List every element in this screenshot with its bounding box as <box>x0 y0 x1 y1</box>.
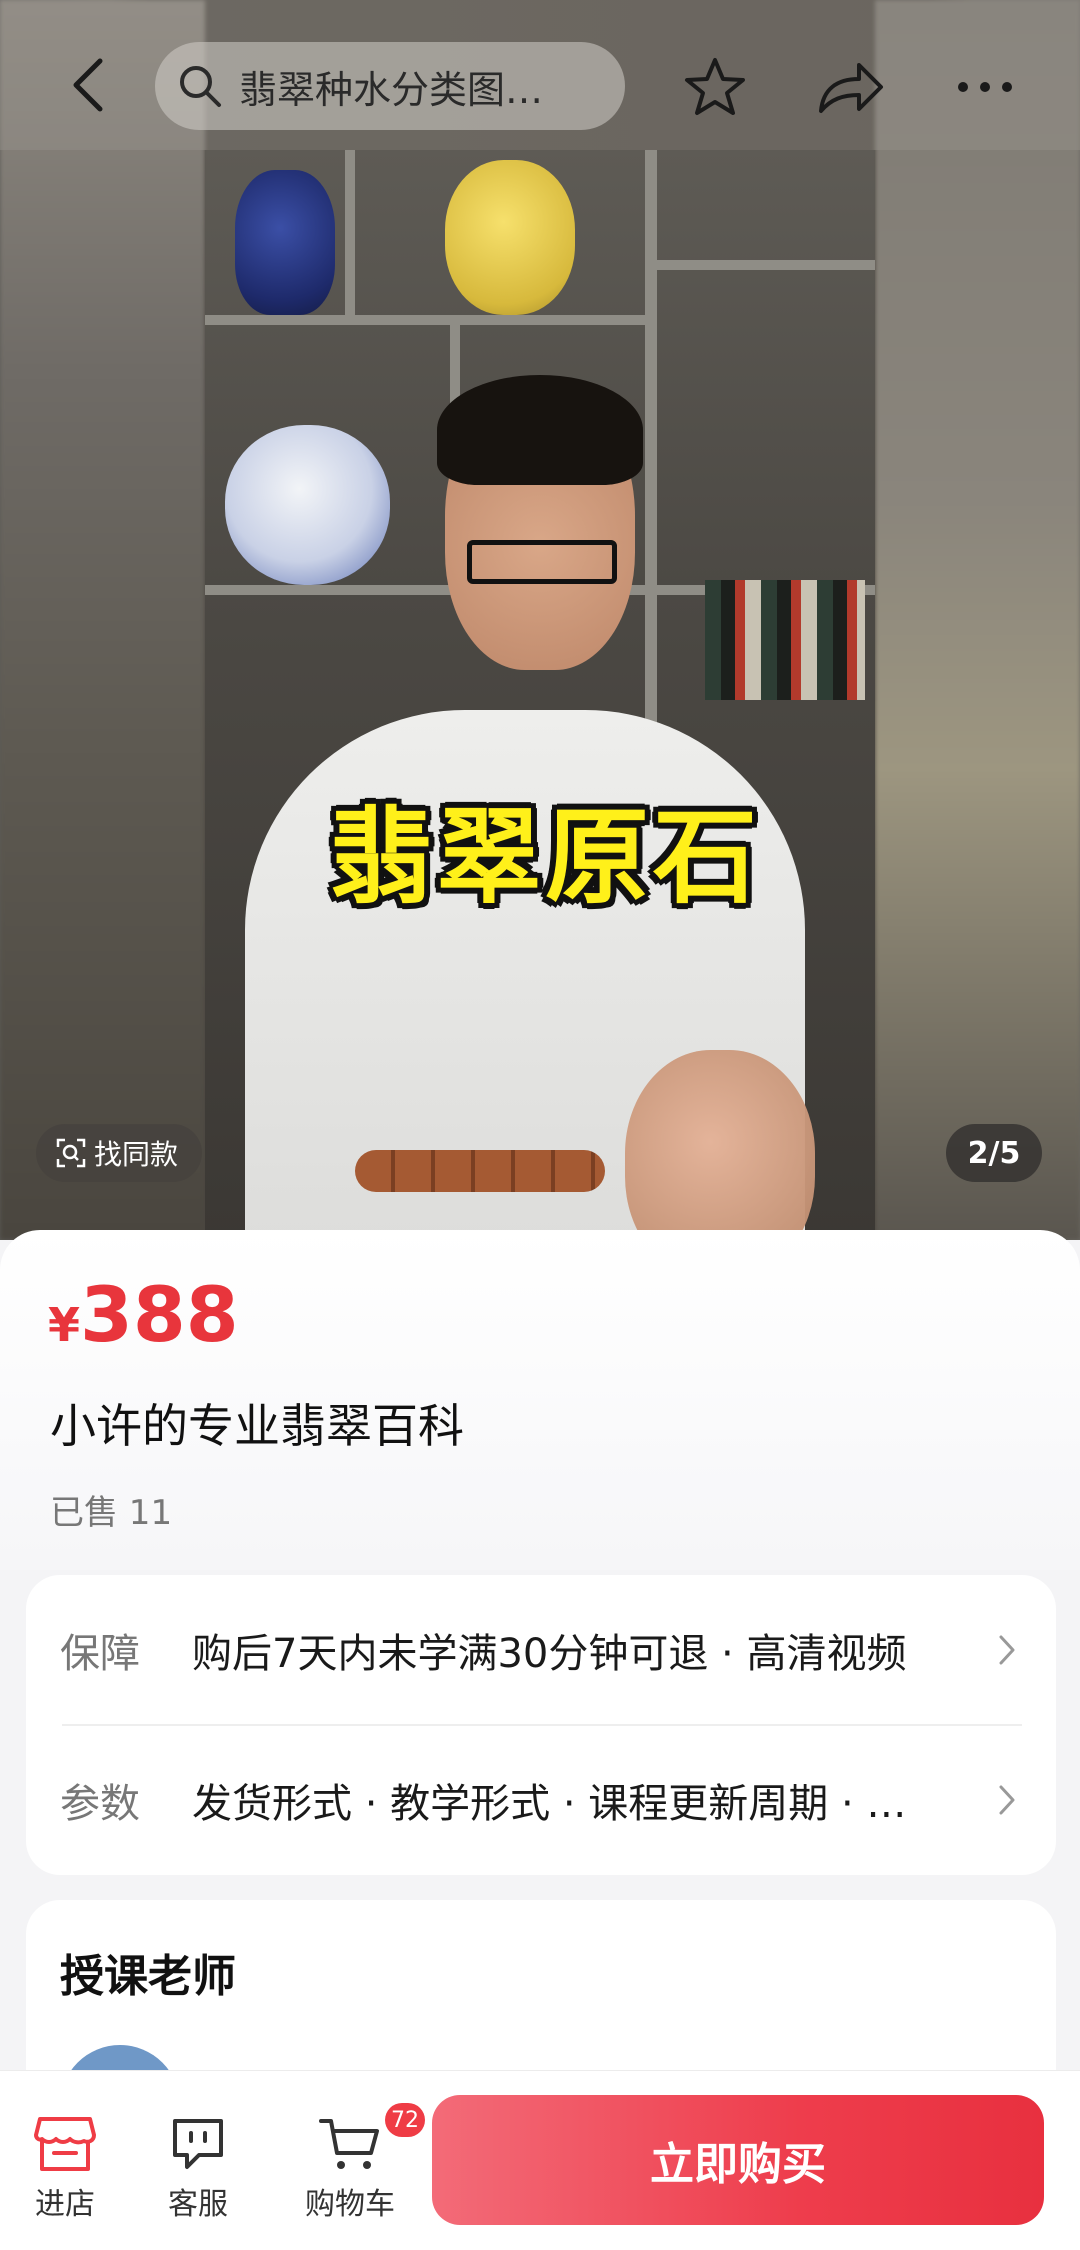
share-button[interactable] <box>815 52 885 122</box>
back-icon <box>73 58 103 112</box>
guarantee-value: 购后7天内未学满30分钟可退 · 高清视频 <box>192 1631 907 1677</box>
sold-count: 已售 11 <box>50 1493 173 1533</box>
params-row[interactable]: 参数 发货形式 · 教学形式 · 课程更新周期 · … <box>26 1725 1056 1875</box>
more-button[interactable] <box>950 52 1020 122</box>
price: ¥388 <box>48 1270 239 1359</box>
vase-white <box>225 425 390 585</box>
bead-bracelet <box>355 1150 605 1192</box>
media-blur-left <box>0 0 205 1240</box>
vase-blue <box>235 170 335 315</box>
person-hair <box>437 375 643 485</box>
params-value: 发货形式 · 教学形式 · 课程更新周期 · … <box>192 1781 907 1827</box>
currency-symbol: ¥ <box>48 1298 81 1352</box>
find-same-label: 找同款 <box>94 1138 179 1171</box>
find-same-button[interactable]: 找同款 <box>36 1124 203 1182</box>
price-value: 388 <box>80 1270 239 1359</box>
video-caption: 翡翠原石 <box>328 795 761 918</box>
shelf <box>345 150 355 325</box>
store-label: 进店 <box>35 2187 95 2222</box>
glasses <box>467 540 617 584</box>
store-icon <box>34 2117 96 2171</box>
cart-badge: 72 <box>385 2103 425 2137</box>
more-icon <box>958 82 1012 92</box>
cart-label: 购物车 <box>305 2187 395 2222</box>
chevron-right-icon <box>992 1630 1022 1670</box>
media-blur-right <box>875 0 1080 1240</box>
shelf <box>645 260 875 270</box>
chat-icon <box>173 2119 223 2169</box>
vase-yellow <box>445 160 575 315</box>
search-icon <box>180 66 221 107</box>
store-button[interactable]: 进店 <box>15 2115 115 2223</box>
search-box[interactable]: 翡翠种水分类图… <box>155 42 625 130</box>
bottom-action-bar: 进店 客服 72 购物车 立即购买 <box>0 2070 1080 2250</box>
guarantee-row[interactable]: 保障 购后7天内未学满30分钟可退 · 高清视频 <box>26 1575 1056 1725</box>
product-media[interactable]: 翡翠原石 翡翠种水分类图… 找同款 2/5 <box>0 0 1080 1240</box>
product-summary: ¥388 小许的专业翡翠百科 已售 11 <box>0 1230 1080 1570</box>
service-label: 客服 <box>168 2187 228 2222</box>
product-video[interactable] <box>205 150 875 1240</box>
cart-icon <box>319 2119 379 2169</box>
books <box>705 580 865 700</box>
share-icon <box>819 63 883 113</box>
params-label: 参数 <box>60 1781 140 1827</box>
person-hand <box>625 1050 815 1240</box>
top-nav-bar: 翡翠种水分类图… <box>0 0 1080 150</box>
scan-icon <box>56 1138 86 1168</box>
guarantee-label: 保障 <box>60 1631 140 1677</box>
chevron-right-icon <box>992 1780 1022 1820</box>
back-button[interactable] <box>62 55 112 115</box>
product-title: 小许的专业翡翠百科 <box>50 1399 464 1453</box>
cart-button[interactable]: 72 购物车 <box>290 2103 425 2223</box>
customer-service-button[interactable]: 客服 <box>148 2115 248 2223</box>
star-icon <box>685 58 745 115</box>
info-card: 保障 购后7天内未学满30分钟可退 · 高清视频 参数 发货形式 · 教学形式 … <box>26 1575 1056 1875</box>
favorite-button[interactable] <box>680 52 750 122</box>
shelf <box>205 315 645 325</box>
media-pager: 2/5 <box>946 1124 1042 1182</box>
cart-icon-wrap: 72 <box>319 2103 425 2173</box>
search-text: 翡翠种水分类图… <box>239 67 544 112</box>
buy-now-button[interactable]: 立即购买 <box>432 2095 1044 2225</box>
teacher-title: 授课老师 <box>60 1951 236 2002</box>
